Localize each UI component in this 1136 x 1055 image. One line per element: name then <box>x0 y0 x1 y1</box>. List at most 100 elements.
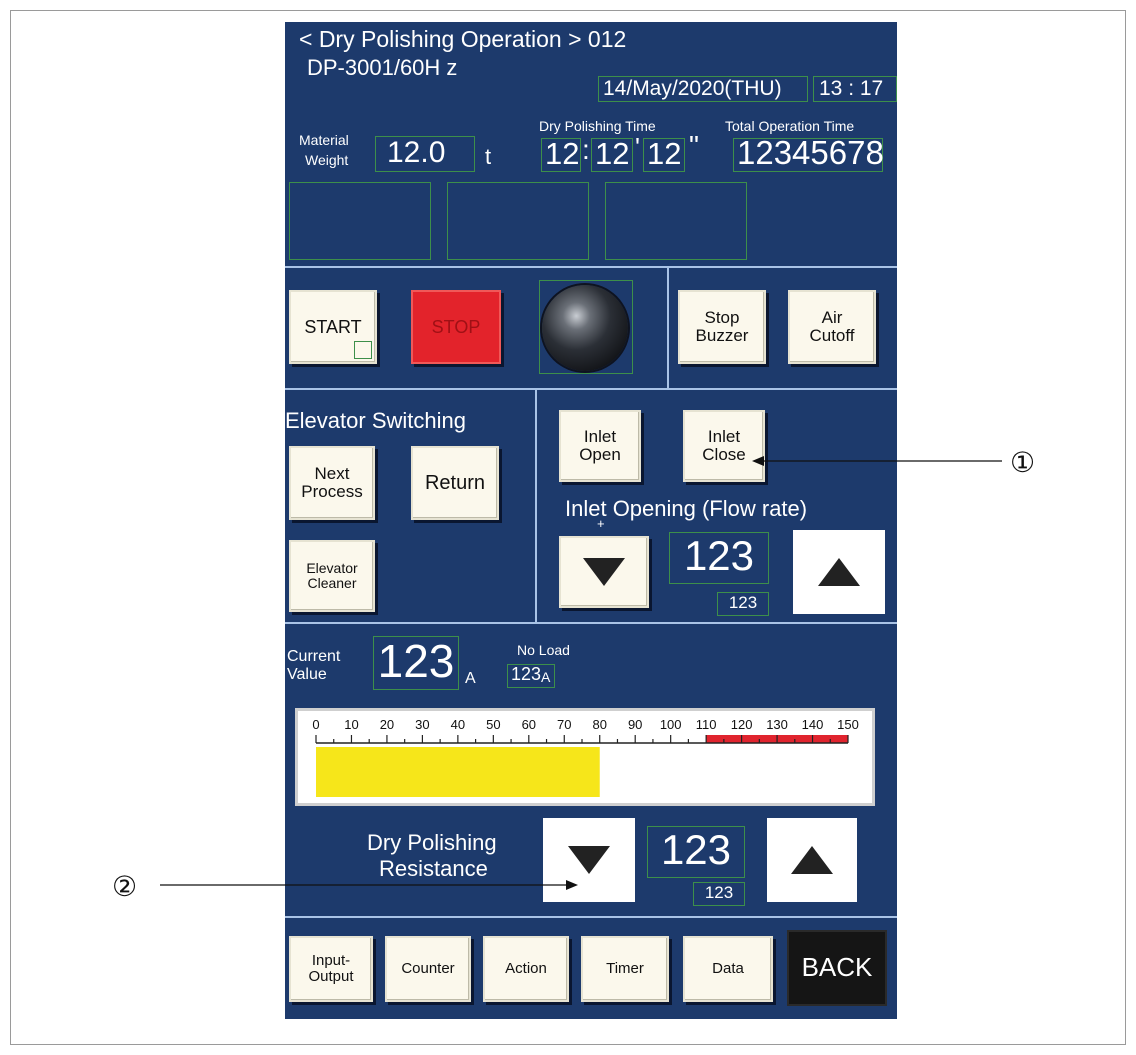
no-load-label: No Load <box>517 642 570 658</box>
status-lamp-icon <box>542 285 628 371</box>
inlet-open-label: Inlet Open <box>579 427 621 464</box>
start-indicator <box>354 341 372 359</box>
divider <box>285 916 897 918</box>
elevator-switching-title: Elevator Switching <box>285 408 466 433</box>
air-cutoff-button[interactable]: Air Cutoff <box>788 290 876 364</box>
air-cutoff-label: Air Cutoff <box>809 308 855 345</box>
material-weight-label-2: Weight <box>305 152 349 168</box>
plus-marker: + <box>597 516 605 531</box>
date-display: 14/May/2020(THU) <box>603 77 782 100</box>
empty-slot-2 <box>447 182 589 260</box>
resistance-decrease-button[interactable] <box>543 818 635 902</box>
gauge-svg: 0 10 20 30 40 50 60 70 80 90 100 110 120 130 140 150 <box>312 717 859 797</box>
dp-time-sep-3: " <box>689 130 699 161</box>
timer-tab-label: Timer <box>606 960 644 978</box>
data-tab[interactable]: Data <box>683 936 773 1002</box>
gauge-scale-label: 80 <box>592 717 606 732</box>
dp-time-seconds: 12 <box>647 136 682 171</box>
return-button[interactable]: Return <box>411 446 499 520</box>
counter-tab-label: Counter <box>401 960 455 978</box>
counter-tab[interactable]: Counter <box>385 936 471 1002</box>
return-button-label: Return <box>424 471 486 494</box>
down-arrow-icon <box>568 846 610 874</box>
gauge-scale-label: 130 <box>766 717 788 732</box>
resistance-value: 123 <box>660 826 732 873</box>
input-output-label: Input- Output <box>308 952 354 985</box>
hmi-panel: < Dry Polishing Operation > 012 DP-3001/… <box>285 22 897 1019</box>
current-gauge: 0 10 20 30 40 50 60 70 80 90 100 110 120 130 140 150 <box>295 708 875 806</box>
gauge-scale-label: 140 <box>802 717 824 732</box>
elevator-cleaner-label: Elevator Cleaner <box>306 560 358 591</box>
total-operation-time-value: 12345678 <box>737 134 884 171</box>
next-process-button[interactable]: Next Process <box>289 446 375 520</box>
screen-title: < Dry Polishing Operation > 012 <box>299 26 627 52</box>
divider <box>285 622 897 624</box>
material-weight-label-1: Material <box>299 132 349 148</box>
resistance-sub-value: 123 <box>704 883 734 902</box>
up-arrow-icon <box>818 558 860 586</box>
action-tab[interactable]: Action <box>483 936 569 1002</box>
inlet-close-label: Inlet Close <box>702 427 746 464</box>
gauge-scale-label: 50 <box>486 717 500 732</box>
divider <box>535 388 537 624</box>
elevator-cleaner-button[interactable]: Elevator Cleaner <box>289 540 375 612</box>
total-operation-time-label: Total Operation Time <box>725 118 855 134</box>
empty-slot-1 <box>289 182 431 260</box>
start-button-label: START <box>304 316 362 337</box>
data-tab-label: Data <box>712 960 744 978</box>
material-weight-value: 12.0 <box>387 136 446 169</box>
gauge-level-fill <box>316 747 600 797</box>
inlet-close-button[interactable]: Inlet Close <box>683 410 765 482</box>
gauge-scale-label: 10 <box>344 717 358 732</box>
timer-tab[interactable]: Timer <box>581 936 669 1002</box>
back-button[interactable]: BACK <box>787 930 887 1006</box>
dp-time-sep-1: : <box>582 134 590 165</box>
gauge-scale-label: 0 <box>312 717 319 732</box>
time-display: 13 : 17 <box>819 77 884 100</box>
inlet-increase-button[interactable] <box>793 530 885 614</box>
model-label: DP-3001/60H z <box>307 55 458 80</box>
gauge-scale-label: 150 <box>837 717 859 732</box>
gauge-scale-label: 100 <box>660 717 682 732</box>
gauge-scale-label: 30 <box>415 717 429 732</box>
inlet-open-button[interactable]: Inlet Open <box>559 410 641 482</box>
stop-button-label: STOP <box>431 316 481 337</box>
no-load-unit: A <box>541 669 551 685</box>
inlet-value: 123 <box>683 532 755 579</box>
inlet-decrease-button[interactable] <box>559 536 649 608</box>
current-value-label-1: Current <box>287 648 341 665</box>
up-arrow-icon <box>791 846 833 874</box>
input-output-tab[interactable]: Input- Output <box>289 936 373 1002</box>
stop-buzzer-button[interactable]: Stop Buzzer <box>678 290 766 364</box>
dp-time-hours: 12 <box>545 136 580 171</box>
no-load-value: 123 <box>511 664 542 684</box>
gauge-scale-label: 70 <box>557 717 571 732</box>
current-value: 123 <box>377 635 455 687</box>
gauge-scale-label: 20 <box>380 717 394 732</box>
next-process-label: Next Process <box>301 464 363 501</box>
current-value-unit: A <box>465 670 476 687</box>
action-tab-label: Action <box>505 960 547 978</box>
callout-1-marker: ① <box>1010 446 1036 479</box>
down-arrow-icon <box>583 558 625 586</box>
start-button[interactable]: START <box>289 290 377 364</box>
resistance-label-1: Dry Polishing <box>367 830 497 855</box>
stop-button[interactable]: STOP <box>411 290 501 364</box>
divider <box>285 388 897 390</box>
back-button-label: BACK <box>801 952 873 983</box>
inlet-sub-value: 123 <box>728 593 758 612</box>
gauge-scale-label: 110 <box>696 717 717 732</box>
gauge-scale-label: 60 <box>522 717 536 732</box>
material-weight-unit: t <box>485 144 492 169</box>
stop-buzzer-label: Stop Buzzer <box>695 308 749 345</box>
gauge-scale-label: 90 <box>628 717 642 732</box>
dp-time-minutes: 12 <box>595 136 630 171</box>
empty-slot-3 <box>605 182 747 260</box>
resistance-increase-button[interactable] <box>767 818 857 902</box>
divider <box>285 266 897 268</box>
gauge-scale-label: 120 <box>731 717 753 732</box>
current-value-label-2: Value <box>287 666 327 683</box>
divider <box>667 266 669 390</box>
resistance-label-2: Resistance <box>379 856 488 881</box>
dp-time-sep-2: ' <box>635 132 640 162</box>
